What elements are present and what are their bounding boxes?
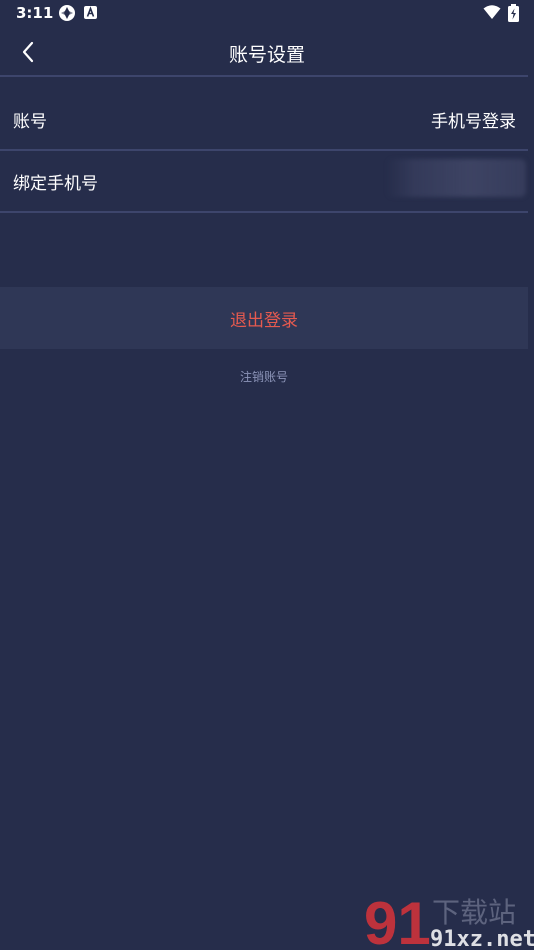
svg-text:91: 91 <box>364 890 431 950</box>
status-bar: 3:11 <box>0 0 534 28</box>
svg-text:91xz.net: 91xz.net <box>430 927 534 950</box>
logout-label: 退出登录 <box>230 310 298 331</box>
header-bar: 账号设置 <box>0 28 534 76</box>
account-value: 手机号登录 <box>431 112 516 132</box>
watermark-logo: 91 下载站 91xz.net <box>364 890 534 950</box>
status-time: 3:11 <box>16 4 54 22</box>
wifi-icon <box>483 5 501 19</box>
a-badge-icon <box>84 6 97 19</box>
bind-phone-row[interactable]: 绑定手机号 <box>0 151 528 211</box>
cancel-account-link[interactable]: 注销账号 <box>0 368 528 385</box>
battery-charging-icon <box>508 4 519 22</box>
bind-phone-value-blurred <box>386 159 526 197</box>
logout-button[interactable]: 退出登录 <box>0 287 528 349</box>
page-title: 账号设置 <box>228 44 305 66</box>
row-divider <box>0 211 528 213</box>
header-divider <box>0 75 528 77</box>
svg-text:下载站: 下载站 <box>432 896 516 929</box>
aperture-icon <box>59 5 75 21</box>
account-row[interactable]: 账号 手机号登录 <box>0 89 528 149</box>
account-label: 账号 <box>13 112 47 132</box>
bind-phone-label: 绑定手机号 <box>13 174 98 194</box>
